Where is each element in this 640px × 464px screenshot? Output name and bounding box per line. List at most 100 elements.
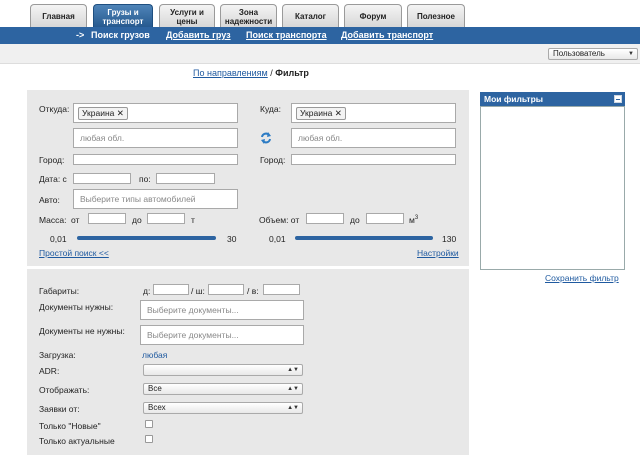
display-select-value: Все (148, 384, 162, 393)
tab-label: Услуги и цены (170, 7, 204, 26)
sub-nav: -> Поиск грузов Добавить груз Поиск тран… (0, 27, 640, 44)
mass-to-input[interactable] (147, 213, 185, 224)
tab-reliability[interactable]: Зона надежности (220, 4, 277, 28)
only-actual-checkbox[interactable] (145, 435, 153, 443)
my-filters-list (480, 106, 625, 270)
mass-unit: т (191, 215, 195, 225)
loading-label: Загрузка: (39, 350, 76, 360)
tab-forum[interactable]: Форум (344, 4, 402, 28)
docs-not-need-input[interactable]: Выберите документы... (140, 325, 304, 345)
display-label: Отображать: (39, 385, 90, 395)
to-country-field[interactable]: Украина ✕ (291, 103, 456, 123)
from-country-chip: Украина ✕ (78, 107, 128, 120)
user-bar: Пользователь ▼ (0, 44, 640, 64)
nav-cargo-search[interactable]: Поиск грузов (91, 30, 150, 40)
from-label: Откуда: (39, 104, 70, 114)
nav-current-marker: -> (76, 30, 85, 40)
chip-label: Украина (82, 108, 115, 118)
nav-add-transport[interactable]: Добавить транспорт (341, 30, 433, 40)
auto-label: Авто: (39, 195, 60, 205)
volume-unit-sup: 3 (414, 215, 419, 222)
from-region-input[interactable]: любая обл. (73, 128, 238, 148)
city-from-label: Город: (39, 155, 65, 165)
city-from-input[interactable] (73, 154, 238, 165)
mass-max-value: 30 (227, 234, 237, 244)
to-country-chip: Украина ✕ (296, 107, 346, 120)
requests-select[interactable]: Всех ▲▼ (143, 402, 303, 414)
breadcrumb: По направлениям / Фильтр (193, 68, 309, 78)
settings-link[interactable]: Настройки (417, 248, 459, 258)
mass-range-slider[interactable] (77, 236, 216, 240)
dims-length-input[interactable] (153, 284, 189, 295)
chevron-down-icon: ▲▼ (287, 405, 299, 411)
city-to-label: Город: (260, 155, 286, 165)
chip-label: Украина (300, 108, 333, 118)
tab-useful[interactable]: Полезное (407, 4, 465, 28)
breadcrumb-current: Фильтр (275, 68, 309, 78)
dims-width-input[interactable] (208, 284, 244, 295)
close-icon[interactable]: ✕ (335, 108, 342, 118)
dims-width-label: / ш: (191, 286, 205, 296)
close-icon[interactable]: ✕ (117, 108, 124, 118)
tab-catalog[interactable]: Каталог (282, 4, 339, 28)
simple-search-link[interactable]: Простой поиск << (39, 248, 109, 258)
date-to-label: по: (139, 174, 151, 184)
tab-services-prices[interactable]: Услуги и цены (159, 4, 215, 28)
volume-from-input[interactable] (306, 213, 344, 224)
only-actual-label: Только актуальные (39, 436, 115, 446)
date-from-label: Дата: с (39, 174, 67, 184)
city-to-input[interactable] (291, 154, 456, 165)
main-tabs: Главная Грузы и транспорт Услуги и цены … (0, 0, 640, 28)
volume-min-value: 0,01 (269, 234, 286, 244)
mass-label: Масса: (39, 215, 67, 225)
from-country-field[interactable]: Украина ✕ (73, 103, 238, 123)
save-filter-link[interactable]: Сохранить фильтр (545, 273, 619, 283)
requests-select-value: Всех (148, 403, 166, 412)
adr-select[interactable]: ▲▼ (143, 364, 303, 376)
tab-label: Полезное (416, 12, 455, 21)
tab-label: Каталог (295, 12, 326, 21)
volume-label: Объем: от (259, 215, 300, 225)
user-select-value: Пользователь (553, 49, 605, 58)
to-region-input[interactable]: любая обл. (291, 128, 456, 148)
tab-home[interactable]: Главная (30, 4, 87, 28)
tab-label: Форум (359, 12, 387, 21)
nav-search-transport[interactable]: Поиск транспорта (246, 30, 327, 40)
minimize-icon[interactable] (614, 95, 622, 103)
chevron-down-icon: ▼ (628, 51, 634, 57)
swap-arrows-icon[interactable] (259, 131, 273, 145)
requests-label: Заявки от: (39, 404, 80, 414)
my-filters-header: Мои фильтры (480, 92, 625, 106)
docs-not-need-label: Документы не нужны: (39, 326, 125, 336)
breadcrumb-directions-link[interactable]: По направлениям (193, 68, 268, 78)
chevron-down-icon: ▲▼ (287, 386, 299, 392)
user-select[interactable]: Пользователь ▼ (548, 48, 638, 60)
tab-label: Грузы и транспорт (102, 7, 144, 26)
dims-height-input[interactable] (263, 284, 300, 295)
chevron-down-icon: ▲▼ (287, 367, 299, 373)
tab-label: Главная (42, 12, 75, 21)
mass-from-label: от (71, 215, 80, 225)
date-from-input[interactable] (73, 173, 131, 184)
volume-to-label: до (350, 215, 360, 225)
mass-from-input[interactable] (88, 213, 126, 224)
mass-min-value: 0,01 (50, 234, 67, 244)
only-new-label: Только "Новые" (39, 421, 101, 431)
docs-need-input[interactable]: Выберите документы... (140, 300, 304, 320)
dims-label: Габариты: (39, 286, 80, 296)
breadcrumb-separator: / (270, 68, 273, 78)
display-select[interactable]: Все ▲▼ (143, 383, 303, 395)
tab-cargo-transport[interactable]: Грузы и транспорт (93, 4, 153, 28)
dims-height-label: / в: (247, 286, 259, 296)
only-new-checkbox[interactable] (145, 420, 153, 428)
nav-add-cargo[interactable]: Добавить груз (166, 30, 231, 40)
volume-unit: м3 (409, 215, 418, 225)
date-to-input[interactable] (156, 173, 215, 184)
tab-label: Зона надежности (224, 7, 273, 26)
to-label: Куда: (260, 104, 281, 114)
loading-value-link[interactable]: любая (142, 350, 167, 360)
auto-types-input[interactable]: Выберите типы автомобилей (73, 189, 238, 209)
volume-to-input[interactable] (366, 213, 404, 224)
volume-range-slider[interactable] (295, 236, 433, 240)
volume-max-value: 130 (442, 234, 457, 244)
